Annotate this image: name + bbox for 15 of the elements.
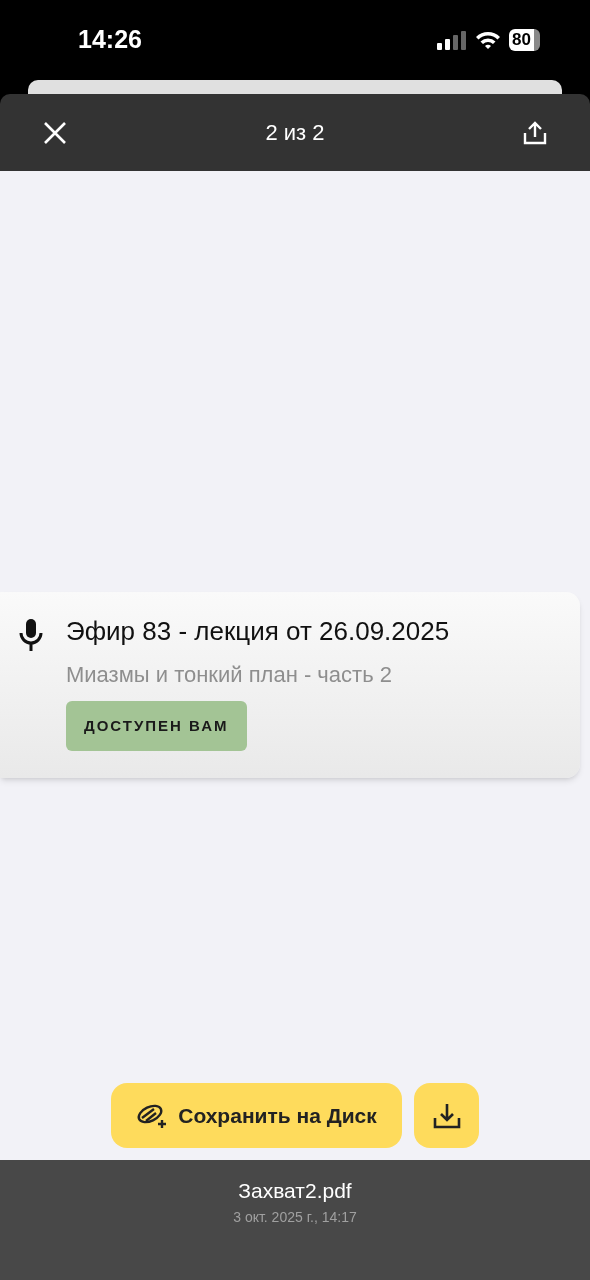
document-title: Эфир 83 - лекция от 26.09.2025 (66, 615, 450, 648)
file-date: 3 окт. 2025 г., 14:17 (233, 1207, 357, 1227)
download-button[interactable] (414, 1083, 479, 1148)
file-name: Захват2.pdf (238, 1178, 352, 1204)
close-icon[interactable] (42, 119, 68, 146)
status-time: 14:26 (78, 24, 142, 56)
document-subtitle: Миазмы и тонкий план - часть 2 (66, 661, 392, 689)
signal-icon (437, 30, 468, 50)
save-to-disk-button[interactable]: Сохранить на Диск (111, 1083, 402, 1148)
page-counter: 2 из 2 (265, 119, 325, 147)
wifi-icon (475, 30, 502, 50)
battery-indicator: 80 (509, 29, 540, 51)
share-icon[interactable] (522, 119, 548, 146)
microphone-icon (18, 618, 44, 652)
access-badge: ДОСТУПЕН ВАМ (66, 701, 247, 751)
